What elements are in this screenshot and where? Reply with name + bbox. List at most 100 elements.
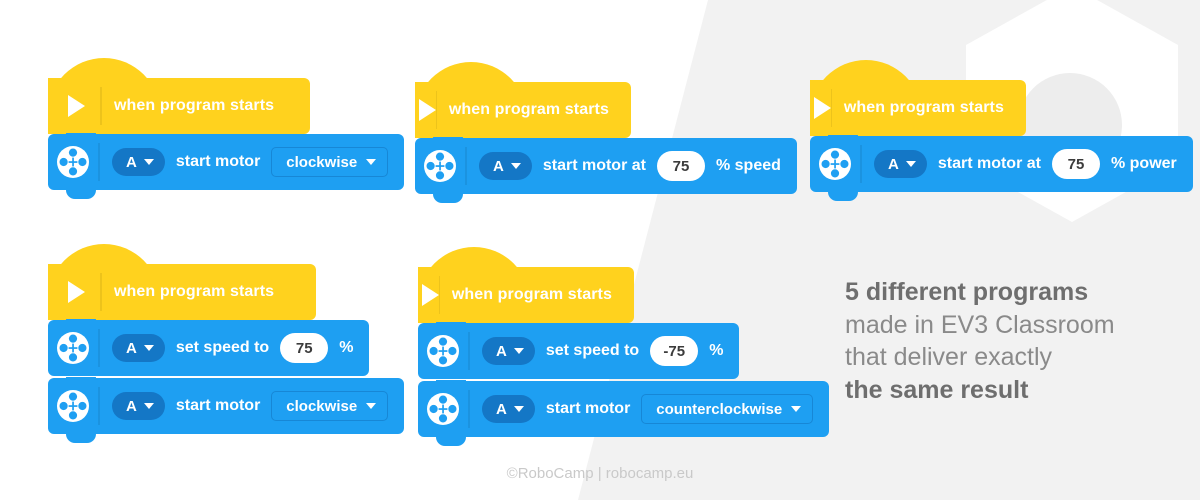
block-label: start motor <box>175 397 261 414</box>
hat-block-label: when program starts <box>451 286 612 303</box>
chevron-down-icon <box>143 345 154 351</box>
block-notch-bottom <box>433 193 463 203</box>
start-motor-block[interactable]: A start motor clockwise <box>48 377 405 443</box>
port-dropdown[interactable]: A <box>482 337 535 365</box>
power-value-input[interactable]: 75 <box>1051 149 1100 179</box>
block-stack: A set speed to -75 % A start motor count… <box>418 322 830 446</box>
ev3-motor-icon <box>48 331 98 365</box>
start-motor-block[interactable]: A start motor clockwise <box>48 133 405 199</box>
start-motor-at-power-block[interactable]: A start motor at 75 % power <box>810 135 1193 201</box>
ev3-motor-icon <box>418 334 468 368</box>
block-notch-bottom <box>66 433 96 443</box>
program-2: when program starts A start motor at 75 … <box>415 62 797 203</box>
port-dropdown[interactable]: A <box>482 395 535 423</box>
block-stack: A start motor at 75 % speed <box>415 137 797 203</box>
block-notch-bottom <box>436 436 466 446</box>
block-label-after: % <box>709 342 724 359</box>
port-dropdown-value: A <box>493 157 504 175</box>
play-triangle-icon <box>419 99 436 121</box>
divider <box>98 387 100 425</box>
chevron-down-icon <box>513 406 524 412</box>
divider <box>831 89 832 127</box>
hat-block-when-program-starts[interactable]: when program starts <box>418 247 634 323</box>
port-dropdown[interactable]: A <box>112 334 165 362</box>
port-dropdown[interactable]: A <box>112 392 165 420</box>
hat-block-when-program-starts[interactable]: when program starts <box>415 62 631 138</box>
play-triangle-icon <box>67 281 85 303</box>
block-notch-bottom <box>66 189 96 199</box>
direction-dropdown-value: clockwise <box>286 397 358 415</box>
ev3-motor-icon <box>810 147 860 181</box>
direction-dropdown[interactable]: counterclockwise <box>641 394 814 424</box>
set-speed-block[interactable]: A set speed to 75 % <box>48 319 370 376</box>
hat-block-when-program-starts[interactable]: when program starts <box>810 60 1026 136</box>
chevron-down-icon <box>510 163 521 169</box>
port-dropdown[interactable]: A <box>479 152 532 180</box>
caption-line-2: made in EV3 Classroom <box>845 310 1115 339</box>
block-notch-top <box>436 322 466 331</box>
port-dropdown-value: A <box>888 155 899 173</box>
block-label-after: % speed <box>715 157 781 174</box>
block-notch-top <box>66 377 96 386</box>
hat-block-label: when program starts <box>114 283 275 300</box>
speed-value-input[interactable]: -75 <box>650 336 699 366</box>
divider <box>100 273 102 311</box>
direction-dropdown-value: clockwise <box>286 153 358 171</box>
block-stack: A start motor clockwise <box>48 133 405 199</box>
speed-value-input[interactable]: 75 <box>656 151 705 181</box>
chevron-down-icon <box>905 161 916 167</box>
block-stack: A set speed to 75 % A start motor clockw… <box>48 319 405 443</box>
block-notch-bottom <box>828 191 858 201</box>
direction-dropdown-value: counterclockwise <box>656 400 783 418</box>
programs-layer: when program starts A start motor clockw… <box>0 0 1200 500</box>
start-motor-at-speed-block[interactable]: A start motor at 75 % speed <box>415 137 797 203</box>
footer-credit: ©RoboCamp | robocamp.eu <box>506 465 694 482</box>
direction-dropdown[interactable]: clockwise <box>271 147 389 177</box>
infographic-canvas: when program starts A start motor clockw… <box>0 0 1200 500</box>
program-1: when program starts A start motor clockw… <box>48 58 405 199</box>
chevron-down-icon <box>513 348 524 354</box>
block-label-before: start motor at <box>542 157 646 174</box>
block-label-before: set speed to <box>175 339 270 356</box>
hat-block-when-program-starts[interactable]: when program starts <box>48 244 316 320</box>
hat-block-when-program-starts[interactable]: when program starts <box>48 58 310 134</box>
ev3-motor-icon <box>418 392 468 426</box>
set-speed-block[interactable]: A set speed to -75 % <box>418 322 740 379</box>
play-triangle-icon <box>67 95 85 117</box>
hat-block-label: when program starts <box>448 101 609 118</box>
speed-value-input[interactable]: 75 <box>280 333 329 363</box>
block-label-before: start motor at <box>937 155 1041 172</box>
divider <box>468 332 470 370</box>
block-notch-top <box>436 380 466 389</box>
start-motor-block[interactable]: A start motor counterclockwise <box>418 380 830 446</box>
divider <box>436 91 437 129</box>
hat-play-area <box>418 284 439 306</box>
caption-line-3: that deliver exactly <box>845 343 1053 371</box>
port-dropdown-value: A <box>126 339 137 357</box>
port-dropdown[interactable]: A <box>874 150 927 178</box>
block-notch-top <box>66 319 96 328</box>
ev3-motor-icon <box>48 389 98 423</box>
divider <box>98 143 100 181</box>
direction-dropdown[interactable]: clockwise <box>271 391 389 421</box>
hat-block-label: when program starts <box>114 97 275 114</box>
play-triangle-icon <box>814 97 831 119</box>
port-dropdown-value: A <box>496 400 507 418</box>
divider <box>98 329 100 367</box>
program-5: when program starts A set speed to -75 %… <box>418 247 830 446</box>
block-notch-top <box>66 133 96 142</box>
play-triangle-icon <box>422 284 439 306</box>
block-label-before: set speed to <box>545 342 640 359</box>
port-dropdown[interactable]: A <box>112 148 165 176</box>
ev3-motor-icon <box>48 145 98 179</box>
block-notch-top <box>433 137 463 146</box>
divider <box>860 145 862 183</box>
hat-play-area <box>48 281 100 303</box>
port-dropdown-value: A <box>496 342 507 360</box>
divider <box>465 147 467 185</box>
ev3-motor-icon <box>415 149 465 183</box>
block-label-after: % <box>339 339 354 356</box>
chevron-down-icon <box>366 159 377 165</box>
chevron-down-icon <box>366 403 377 409</box>
caption-line-1: 5 different programs <box>845 278 1089 306</box>
